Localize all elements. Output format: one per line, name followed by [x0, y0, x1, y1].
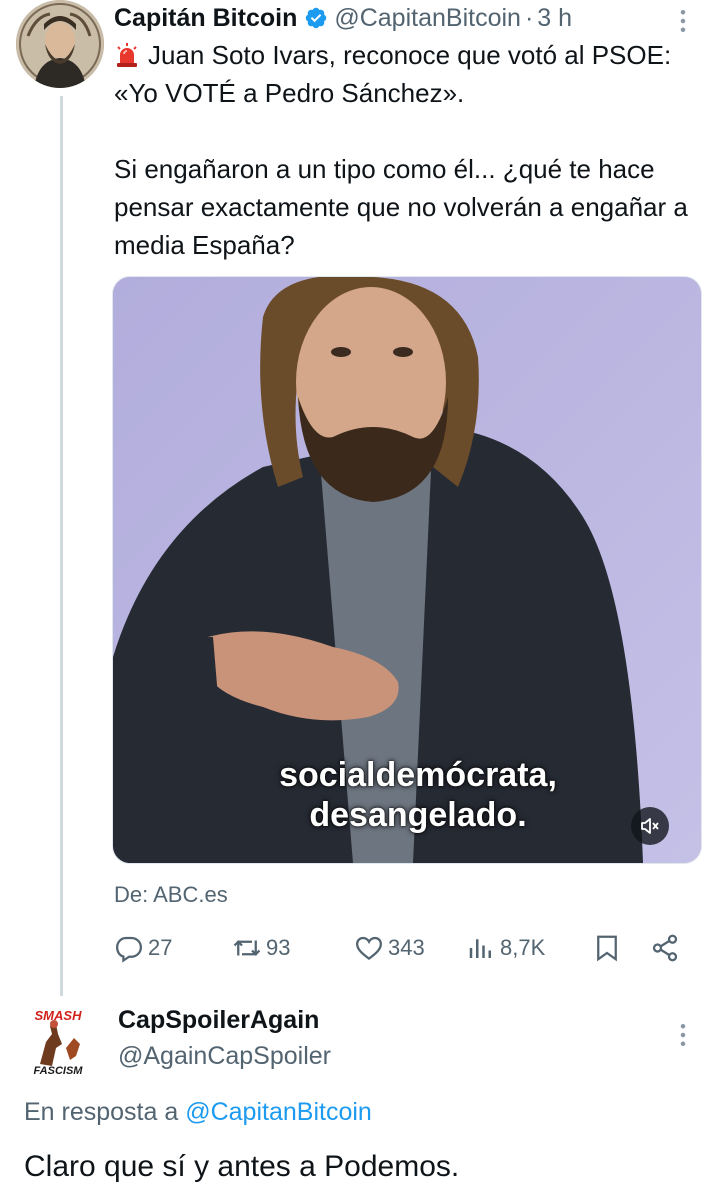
more-icon[interactable]: [668, 1020, 698, 1050]
retweet-count: 93: [266, 935, 291, 960]
video-player[interactable]: socialdemócrata, desangelado.: [112, 276, 702, 864]
author-name[interactable]: Capitán Bitcoin: [114, 4, 297, 33]
views-count: 8,7K: [500, 935, 546, 960]
tweet-time[interactable]: 3 h: [537, 4, 572, 33]
reply-button[interactable]: 27: [114, 928, 172, 968]
action-bar: 27 93 343 8,7K: [114, 928, 694, 968]
views-icon: [469, 939, 491, 958]
tweet-header: Capitán Bitcoin @CapitanBitcoin · 3 h: [114, 2, 572, 34]
reply-to-prefix: En resposta a: [24, 1098, 186, 1126]
thread-line: [60, 96, 63, 996]
reply-icon: [115, 936, 143, 963]
share-icon: [652, 934, 678, 962]
reply-text: Claro que sí y antes a Podemos.: [24, 1150, 460, 1183]
author-handle[interactable]: @CapitanBitcoin: [334, 4, 521, 33]
retweet-button[interactable]: 93: [232, 928, 290, 968]
more-icon[interactable]: [668, 6, 698, 36]
tweet-text: Juan Soto Ivars, reconoce que votó al PS…: [114, 36, 704, 264]
media-source[interactable]: De: ABC.es: [114, 882, 228, 908]
siren-icon: [114, 40, 140, 67]
like-count: 343: [388, 935, 425, 960]
reply-context: En resposta a @CapitanBitcoin: [24, 1098, 372, 1127]
video-subtitle: socialdemócrata, desangelado.: [113, 755, 701, 835]
bookmark-button[interactable]: [592, 928, 626, 968]
reply-author-avatar[interactable]: SMASH FASCISM: [22, 1004, 94, 1076]
views-button[interactable]: 8,7K: [466, 928, 545, 968]
reply-to-mention[interactable]: @CapitanBitcoin: [185, 1098, 372, 1126]
tweet-text-line1: Juan Soto Ivars, reconoce que votó al PS…: [114, 40, 679, 108]
avatar-text-bottom: FASCISM: [34, 1065, 84, 1076]
share-button[interactable]: [650, 928, 684, 968]
reply-count: 27: [148, 935, 173, 960]
author-avatar[interactable]: [16, 0, 104, 88]
verified-badge-icon: [304, 6, 328, 30]
retweet-icon: [233, 940, 261, 956]
bookmark-icon: [597, 935, 617, 962]
mute-icon[interactable]: [631, 807, 669, 845]
like-button[interactable]: 343: [354, 928, 425, 968]
avatar-text-top: SMASH: [35, 1008, 83, 1023]
subtitle-line2: desangelado.: [309, 796, 527, 834]
separator-dot: ·: [524, 3, 534, 32]
reply-author-name[interactable]: CapSpoilerAgain: [118, 1006, 319, 1035]
tweet-text-line2: Si engañaron a un tipo como él... ¿qué t…: [114, 154, 696, 260]
reply-author-handle[interactable]: @AgainCapSpoiler: [118, 1042, 331, 1071]
like-icon: [355, 936, 383, 961]
subtitle-line1: socialdemócrata,: [279, 756, 557, 794]
